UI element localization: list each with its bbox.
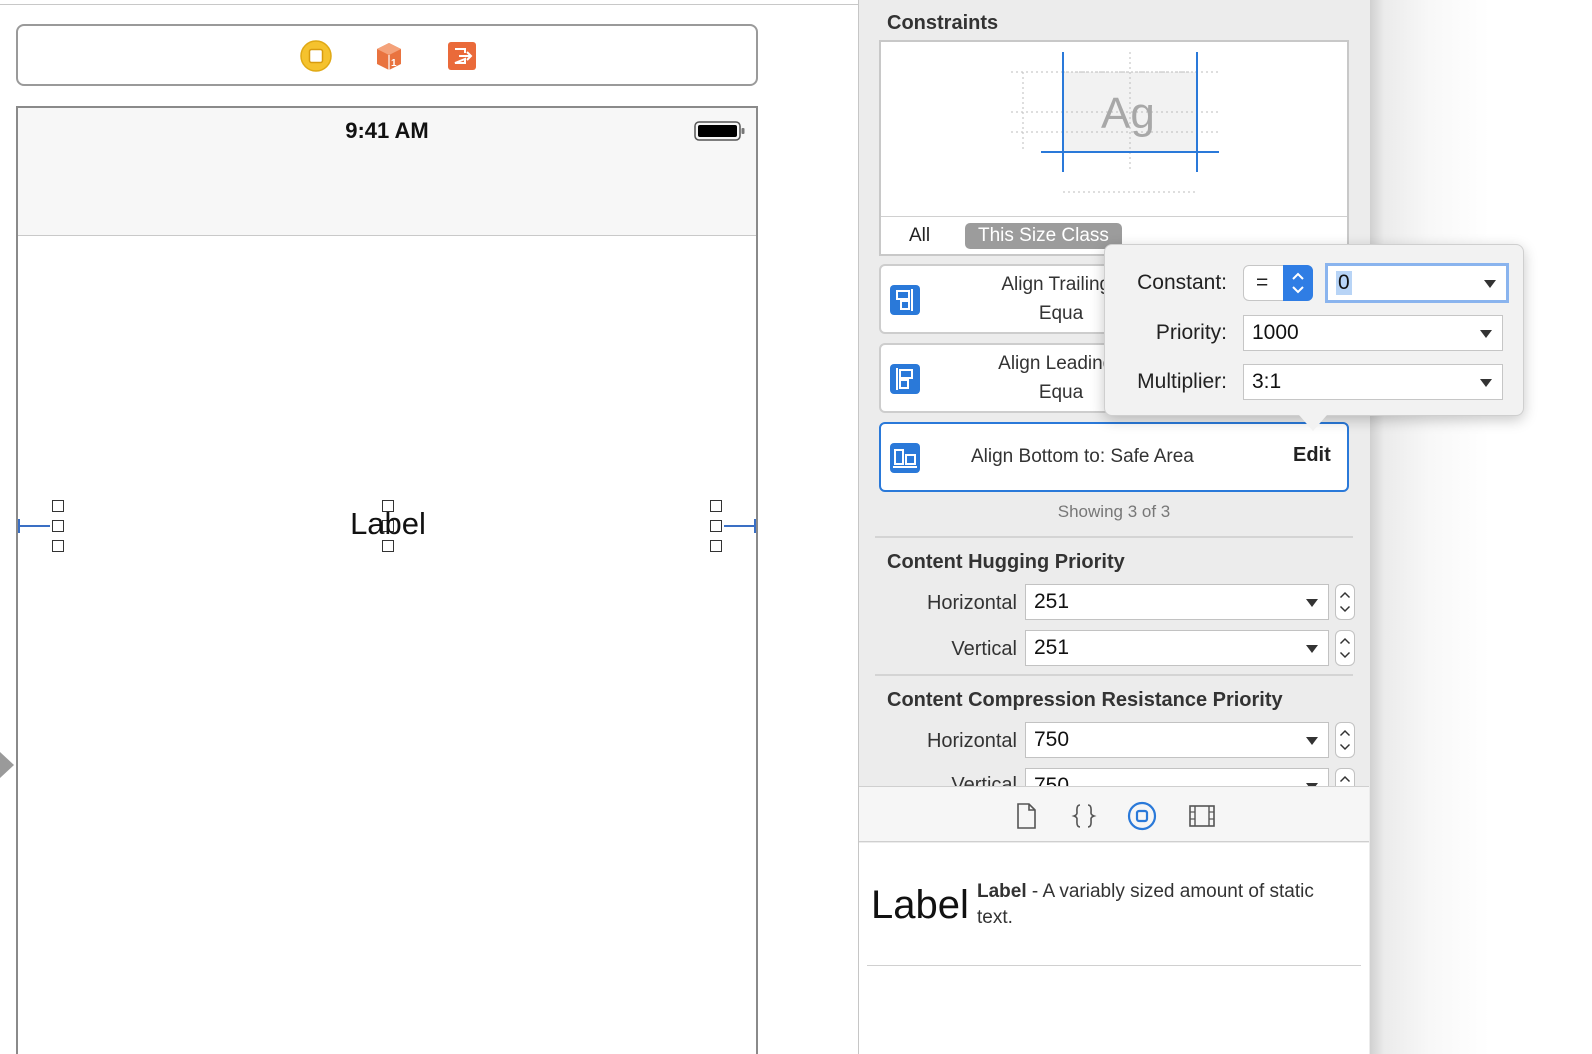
storyboard-canvas[interactable]: 1 9:41 AM Label xyxy=(0,0,858,1054)
trailing-constraint-line[interactable] xyxy=(724,525,756,527)
popover-arrow xyxy=(1299,415,1327,431)
chevron-up-down-icon[interactable] xyxy=(1283,265,1313,301)
content-hugging-title: Content Hugging Priority xyxy=(887,551,1125,573)
section-divider xyxy=(875,536,1353,538)
constraint-row-align-bottom[interactable]: Align Bottom to: Safe Area Edit xyxy=(879,422,1349,492)
chevron-down-icon[interactable] xyxy=(1480,379,1492,387)
hugging-horizontal-label: Horizontal xyxy=(926,592,1017,614)
library-item-description: - A variably sized amount of static text… xyxy=(977,881,1314,928)
navigation-bar-area: 9:41 AM xyxy=(18,108,756,236)
leading-constraint-line[interactable] xyxy=(20,525,50,527)
constraint-preview: Ag All This Size Class xyxy=(879,40,1349,256)
constraint-title: Align Bottom to: Safe Area xyxy=(971,446,1194,467)
relation-select[interactable]: = xyxy=(1243,265,1313,301)
constant-label: Constant: xyxy=(1137,271,1227,294)
constant-value: 0 xyxy=(1336,271,1352,295)
library-item-label[interactable]: Label Label - A variably sized amount of… xyxy=(859,843,1369,963)
hugging-vertical-field[interactable]: 251 xyxy=(1025,630,1329,666)
priority-value: 1000 xyxy=(1252,321,1299,344)
object-library-list: Label Label - A variably sized amount of… xyxy=(859,843,1369,1054)
priority-label: Priority: xyxy=(1155,321,1227,344)
canvas-label-element[interactable]: Label xyxy=(318,506,458,542)
compression-vertical-field[interactable]: 750 xyxy=(1025,768,1329,786)
resize-handle-top-right[interactable] xyxy=(710,500,722,512)
leading-constraint-cap xyxy=(18,519,20,533)
svg-text:1: 1 xyxy=(391,58,397,69)
view-controller-icon[interactable] xyxy=(300,40,332,72)
constraints-section-title: Constraints xyxy=(887,12,999,34)
multiplier-label: Multiplier: xyxy=(1137,370,1227,393)
resize-handle-bottom-left[interactable] xyxy=(52,540,64,552)
compression-horizontal-field[interactable]: 750 xyxy=(1025,722,1329,758)
battery-icon xyxy=(694,121,745,141)
chevron-down-icon[interactable] xyxy=(1306,645,1318,653)
tab-this-size-class[interactable]: This Size Class xyxy=(965,223,1122,249)
compression-horizontal-stepper[interactable] xyxy=(1335,722,1355,758)
field-value: 750 xyxy=(1034,774,1070,786)
align-leading-icon xyxy=(890,364,920,394)
hugging-vertical-label: Vertical xyxy=(951,638,1017,660)
resize-handle-bottom-right[interactable] xyxy=(710,540,722,552)
chevron-down-icon[interactable] xyxy=(1306,737,1318,745)
library-toolbar xyxy=(859,786,1369,842)
resize-handle-right[interactable] xyxy=(710,520,722,532)
library-divider xyxy=(867,965,1361,966)
chevron-down-icon[interactable] xyxy=(1306,599,1318,607)
library-item-name: Label xyxy=(977,881,1027,902)
file-template-icon[interactable] xyxy=(1011,801,1041,831)
compression-horizontal-label: Horizontal xyxy=(926,730,1017,752)
preview-glyph: Ag xyxy=(1101,89,1155,138)
resize-handle-top-left[interactable] xyxy=(52,500,64,512)
scene-dock: 1 xyxy=(16,24,758,86)
canvas-top-divider xyxy=(0,4,858,5)
resize-handle-left[interactable] xyxy=(52,520,64,532)
object-library-icon[interactable] xyxy=(1127,801,1157,831)
size-inspector-panel: Constraints Ag All This Size Class Align… xyxy=(858,0,1370,1054)
library-item-description-block: Label - A variably sized amount of stati… xyxy=(977,879,1337,931)
exit-icon[interactable] xyxy=(446,40,478,72)
compression-vertical-stepper[interactable] xyxy=(1335,768,1355,786)
align-trailing-icon xyxy=(890,285,920,315)
section-divider xyxy=(875,674,1353,676)
multiplier-value: 3:1 xyxy=(1252,370,1282,393)
hugging-horizontal-field[interactable]: 251 xyxy=(1025,584,1329,620)
chevron-down-icon[interactable] xyxy=(1484,280,1496,288)
library-item-preview: Label xyxy=(871,883,969,927)
constant-field[interactable]: 0 xyxy=(1325,263,1509,303)
hugging-horizontal-stepper[interactable] xyxy=(1335,584,1355,620)
field-value: 251 xyxy=(1034,636,1070,659)
compression-resistance-title: Content Compression Resistance Priority xyxy=(887,689,1283,711)
constraint-edit-popover: Constant: = 0 Priority: 1000 Multiplier:… xyxy=(1104,244,1524,431)
inspector-edge-shadow xyxy=(1370,0,1592,1054)
entry-point-arrow-icon[interactable] xyxy=(0,752,14,778)
trailing-constraint-cap xyxy=(754,519,756,533)
iphone-view-frame[interactable]: 9:41 AM Label xyxy=(16,106,758,1054)
code-snippet-icon[interactable] xyxy=(1069,801,1099,831)
media-library-icon[interactable] xyxy=(1187,801,1217,831)
chevron-down-icon[interactable] xyxy=(1480,330,1492,338)
tab-all[interactable]: All xyxy=(909,225,930,247)
relation-value: = xyxy=(1256,271,1269,294)
priority-field[interactable]: 1000 xyxy=(1243,315,1503,351)
edit-constraint-button[interactable]: Edit xyxy=(1293,444,1331,467)
hugging-vertical-stepper[interactable] xyxy=(1335,630,1355,666)
first-responder-icon[interactable]: 1 xyxy=(373,40,405,72)
constraint-diagram: Ag xyxy=(1011,52,1219,193)
field-value: 251 xyxy=(1034,590,1070,613)
multiplier-field[interactable]: 3:1 xyxy=(1243,364,1503,400)
compression-vertical-label: Vertical xyxy=(951,774,1017,786)
align-bottom-icon xyxy=(890,443,920,473)
constraints-count: Showing 3 of 3 xyxy=(1057,502,1171,521)
field-value: 750 xyxy=(1034,728,1070,751)
compression-vertical-clipped-row: Vertical 750 xyxy=(859,766,1369,786)
status-bar-time: 9:41 AM xyxy=(345,118,429,143)
